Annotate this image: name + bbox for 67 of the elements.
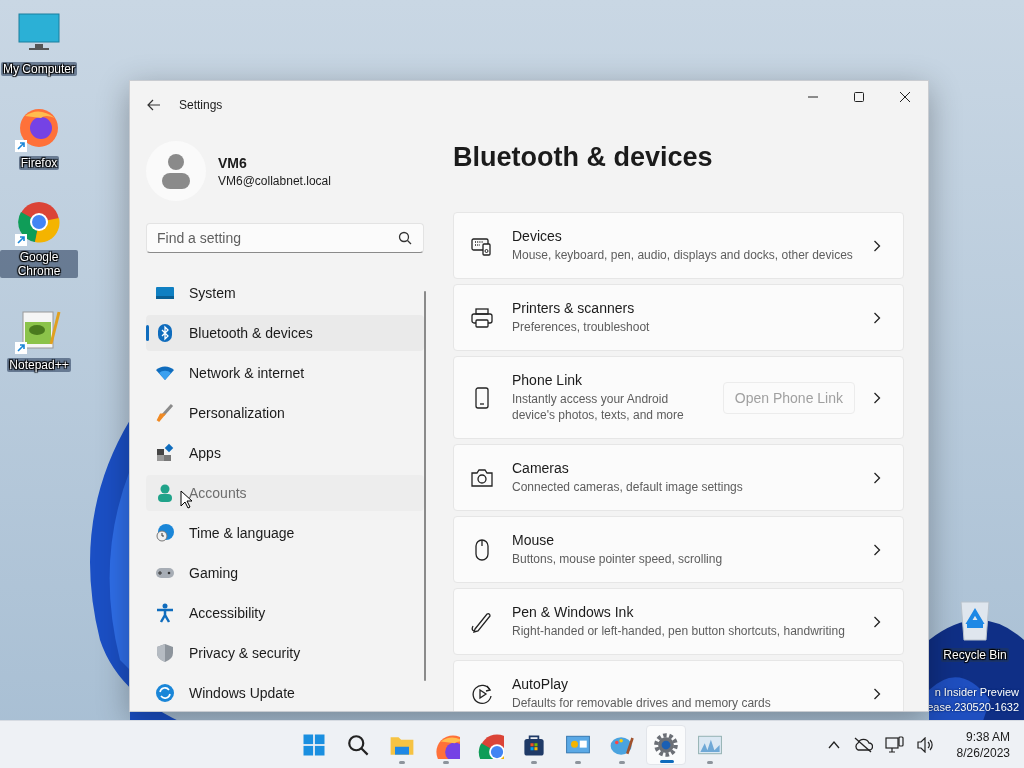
card-description: Right-handed or left-handed, pen button shortcuts, handwriting bbox=[512, 623, 846, 639]
card-title: Phone Link bbox=[512, 372, 584, 388]
selection-indicator bbox=[146, 325, 149, 341]
nav-item[interactable]: Apps bbox=[146, 435, 424, 471]
clock[interactable]: 9:38 AM 8/26/2023 bbox=[956, 728, 1010, 761]
clock-time: 9:38 AM bbox=[965, 728, 1010, 745]
nav-item[interactable]: System bbox=[146, 275, 424, 311]
window-title: Settings bbox=[179, 98, 224, 112]
bluetooth-icon bbox=[155, 323, 175, 343]
watermark-text: n Insider Preview bbox=[934, 685, 1019, 700]
chevron-right-icon bbox=[873, 687, 881, 700]
scrollbar[interactable] bbox=[424, 291, 426, 681]
card-description: Buttons, mouse pointer speed, scrolling bbox=[512, 551, 724, 567]
nav-item[interactable]: Bluetooth & devices bbox=[146, 315, 424, 351]
maximize-icon bbox=[854, 92, 864, 102]
network-icon bbox=[884, 735, 905, 754]
nav-item[interactable]: Windows Update bbox=[146, 675, 424, 711]
close-icon bbox=[900, 92, 910, 102]
settings-card[interactable]: Pen & Windows Ink Right-handed or left-handed, pen button shortcuts, handwriting bbox=[453, 588, 904, 655]
gear-icon bbox=[652, 730, 680, 759]
apps-icon bbox=[155, 443, 175, 463]
update-icon bbox=[155, 683, 175, 703]
taskbar-button[interactable] bbox=[646, 724, 686, 765]
nav-item[interactable]: Accounts bbox=[146, 475, 424, 511]
clock-date: 8/26/2023 bbox=[956, 744, 1010, 761]
chevron-right-icon bbox=[873, 471, 881, 484]
chevron-right-icon bbox=[873, 311, 881, 324]
nav-item[interactable]: Privacy & security bbox=[146, 635, 424, 671]
card-description: Mouse, keyboard, pen, audio, displays and docks, other devices bbox=[512, 247, 854, 263]
card-description: Defaults for removable drives and memory cards bbox=[512, 695, 772, 711]
page-title: Bluetooth & devices bbox=[453, 141, 714, 174]
card-title: Cameras bbox=[512, 460, 570, 476]
settings-card[interactable]: Cameras Connected cameras, default image settings bbox=[453, 444, 904, 511]
accessibility-icon bbox=[155, 603, 175, 623]
card-description: Preferences, troubleshoot bbox=[512, 319, 651, 335]
chevron-right-icon bbox=[873, 615, 881, 628]
settings-card[interactable]: AutoPlay Defaults for removable drives and memory cards bbox=[453, 660, 904, 711]
chevron-right-icon bbox=[873, 543, 881, 556]
card-title: Devices bbox=[512, 228, 563, 244]
card-title: AutoPlay bbox=[512, 676, 570, 692]
settings-card[interactable]: Devices Mouse, keyboard, pen, audio, displays and docks, other devices bbox=[453, 212, 904, 279]
card-description: Connected cameras, default image settings bbox=[512, 479, 744, 495]
card-description: Instantly access your Android device's photos, texts, and more bbox=[512, 391, 685, 423]
back-arrow-icon bbox=[147, 99, 161, 111]
accounts-icon bbox=[155, 483, 175, 503]
search-field[interactable]: Find a setting bbox=[146, 223, 424, 253]
card-title: Mouse bbox=[512, 532, 556, 548]
nav-item[interactable]: Personalization bbox=[146, 395, 424, 431]
settings-card[interactable]: Printers & scanners Preferences, troubleshoot bbox=[453, 284, 904, 351]
card-title: Pen & Windows Ink bbox=[512, 604, 635, 620]
time-icon bbox=[155, 523, 175, 543]
user-name: VM6 bbox=[218, 154, 248, 171]
chevron-right-icon bbox=[873, 391, 881, 404]
card-title: Printers & scanners bbox=[512, 300, 636, 316]
privacy-icon bbox=[155, 643, 175, 663]
volume-icon bbox=[916, 736, 935, 753]
chevron-right-icon bbox=[873, 239, 881, 252]
settings-card[interactable]: Mouse Buttons, mouse pointer speed, scrolling bbox=[453, 516, 904, 583]
printer-icon bbox=[470, 305, 494, 330]
nav-item[interactable]: Network & internet bbox=[146, 355, 424, 391]
cloud-off-icon bbox=[852, 736, 873, 753]
brush-icon bbox=[155, 403, 175, 423]
search-icon bbox=[398, 231, 412, 245]
nav-item[interactable]: Gaming bbox=[146, 555, 424, 591]
nav-item[interactable]: Time & language bbox=[146, 515, 424, 551]
user-email: VM6@collabnet.local bbox=[218, 173, 331, 188]
nav-item[interactable]: Accessibility bbox=[146, 595, 424, 631]
